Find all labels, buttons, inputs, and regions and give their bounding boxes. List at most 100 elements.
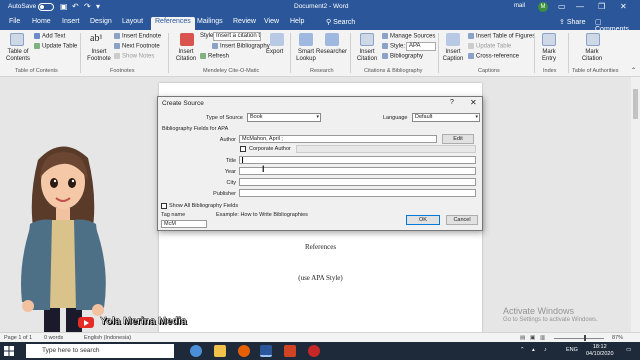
title-field[interactable] — [239, 156, 476, 164]
ok-button[interactable]: OK — [406, 215, 440, 225]
update-table-label: Update Table — [42, 43, 78, 50]
redo-icon[interactable]: ↷ — [84, 2, 91, 11]
smart-lookup-button[interactable]: Smart Lookup — [294, 49, 318, 63]
edge-icon[interactable] — [190, 345, 202, 357]
powerpoint-icon[interactable] — [284, 345, 296, 357]
edit-author-button[interactable]: Edit — [442, 134, 474, 144]
tab-mailings[interactable]: Mailings — [197, 18, 223, 25]
insert-table-of-figures-button[interactable]: Insert Table of Figures — [468, 33, 535, 40]
zoom-level[interactable]: 87% — [612, 335, 623, 341]
language-select[interactable]: Default ▾ — [412, 113, 480, 122]
screen-recorder-icon[interactable] — [308, 345, 320, 357]
user-name[interactable]: mail — [514, 3, 525, 9]
zoom-slider[interactable] — [554, 335, 604, 341]
firefox-icon[interactable] — [238, 345, 250, 357]
restore-icon[interactable]: ❐ — [598, 2, 605, 11]
show-notes-button[interactable]: Show Notes — [114, 53, 154, 60]
share-button[interactable]: ⇪ Share — [556, 17, 589, 27]
tell-me-search[interactable]: ⚲ Search — [326, 18, 355, 26]
title-label: Title — [225, 158, 236, 164]
city-field[interactable] — [239, 178, 476, 186]
close-icon[interactable]: ✕ — [620, 2, 627, 11]
tag-name-field[interactable]: McM — [161, 220, 207, 228]
publisher-field[interactable] — [239, 189, 476, 197]
author-field[interactable]: McMahon, April ; — [239, 135, 437, 143]
insert-footnote-button[interactable]: Insert Footnote — [84, 49, 114, 63]
tab-help[interactable]: Help — [290, 18, 304, 25]
tab-file[interactable]: File — [9, 18, 20, 25]
autosave-toggle[interactable] — [38, 3, 54, 11]
tab-home[interactable]: Home — [32, 18, 51, 25]
insert-citation-button[interactable]: Insert Citation — [353, 49, 381, 63]
watermark-line-1: Activate Windows — [503, 306, 575, 316]
corporate-author-field[interactable] — [296, 145, 476, 153]
next-footnote-button[interactable]: Next Footnote — [114, 43, 160, 50]
notifications-icon[interactable]: ▭ — [626, 347, 631, 353]
toc-button[interactable]: Table of Contents — [4, 49, 32, 63]
file-explorer-icon[interactable] — [214, 345, 226, 357]
language-status[interactable]: English (Indonesia) — [84, 335, 131, 341]
refresh-label: Refresh — [208, 53, 230, 60]
read-mode-icon[interactable]: ▤ — [520, 335, 525, 341]
next-footnote-label: Next Footnote — [122, 43, 160, 50]
manage-sources-label: Manage Sources — [390, 33, 436, 40]
ribbon-display-icon[interactable]: ▭ — [558, 2, 566, 11]
tray-chevron-icon[interactable]: ⌃ — [520, 347, 525, 353]
minimize-icon[interactable]: — — [576, 2, 584, 11]
taskbar-search-input[interactable]: Type here to search — [26, 344, 174, 358]
cross-reference-button[interactable]: Cross-reference — [468, 53, 519, 60]
volume-icon[interactable]: ♪ — [544, 347, 547, 353]
windows-start-icon[interactable] — [4, 346, 14, 356]
insert-caption-button[interactable]: Insert Caption — [440, 49, 466, 63]
footnote-icon: ab¹ — [90, 33, 103, 44]
mark-entry-button[interactable]: Mark Entry — [538, 49, 560, 63]
tab-layout[interactable]: Layout — [122, 18, 143, 25]
add-text-button[interactable]: Add Text — [34, 33, 65, 40]
group-index: Index — [543, 68, 557, 74]
citation-style-select[interactable]: APA — [406, 42, 436, 51]
mark-citation-button[interactable]: Mark Citation — [578, 49, 606, 63]
language-label: Language — [383, 115, 408, 121]
show-all-fields-checkbox[interactable] — [161, 203, 167, 209]
dialog-close-icon[interactable]: ✕ — [470, 98, 477, 107]
update-table-button[interactable]: Update Table — [34, 43, 77, 50]
tab-references[interactable]: References — [151, 17, 195, 30]
chevron-down-icon: ▾ — [316, 114, 319, 120]
scroll-thumb[interactable] — [633, 89, 638, 119]
manage-sources-button[interactable]: Manage Sources — [382, 33, 435, 40]
tab-review[interactable]: Review — [233, 18, 256, 25]
collapse-ribbon-icon[interactable]: ⌃ — [631, 67, 636, 74]
tab-design[interactable]: Design — [90, 18, 112, 25]
web-layout-icon[interactable]: ▥ — [540, 335, 545, 341]
customize-qat-icon[interactable]: ▾ — [96, 2, 100, 11]
tab-insert[interactable]: Insert — [62, 18, 80, 25]
dialog-help-button[interactable]: ? — [450, 99, 454, 106]
year-field[interactable] — [239, 167, 476, 175]
word-taskbar-icon[interactable] — [260, 345, 272, 357]
save-icon[interactable]: ▣ — [60, 2, 68, 11]
network-icon[interactable]: ▴ — [532, 347, 535, 353]
bibliography-button[interactable]: Bibliography — [382, 53, 423, 60]
researcher-button[interactable]: Researcher — [316, 49, 347, 55]
insert-endnote-button[interactable]: Insert Endnote — [114, 33, 161, 40]
mendeley-style-select[interactable]: Insert a citation t... — [213, 32, 261, 41]
insert-bibliography-button[interactable]: Insert Bibliography — [212, 43, 270, 50]
refresh-button[interactable]: Refresh — [200, 53, 229, 60]
export-button[interactable]: Export — [266, 49, 283, 55]
word-count[interactable]: 0 words — [44, 335, 63, 341]
zoom-knob[interactable] — [584, 335, 586, 341]
avatar[interactable]: M — [538, 2, 548, 12]
corporate-author-checkbox[interactable] — [240, 146, 246, 152]
update-table-figures-button[interactable]: Update Table — [468, 43, 511, 50]
vertical-scrollbar[interactable] — [631, 77, 640, 332]
taskbar-clock[interactable]: 18:12 04/10/2020 — [586, 344, 614, 358]
print-layout-icon[interactable]: ▣ — [530, 335, 535, 341]
type-of-source-select[interactable]: Book ▾ — [247, 113, 321, 122]
style-icon — [382, 43, 388, 49]
input-language[interactable]: ENG — [566, 347, 578, 353]
page-count[interactable]: Page 1 of 1 — [4, 335, 32, 341]
cancel-button[interactable]: Cancel — [446, 215, 478, 225]
tab-view[interactable]: View — [264, 18, 279, 25]
undo-icon[interactable]: ↶ — [72, 2, 79, 11]
mendeley-insert-citation-button[interactable]: Insert Citation — [172, 49, 200, 63]
